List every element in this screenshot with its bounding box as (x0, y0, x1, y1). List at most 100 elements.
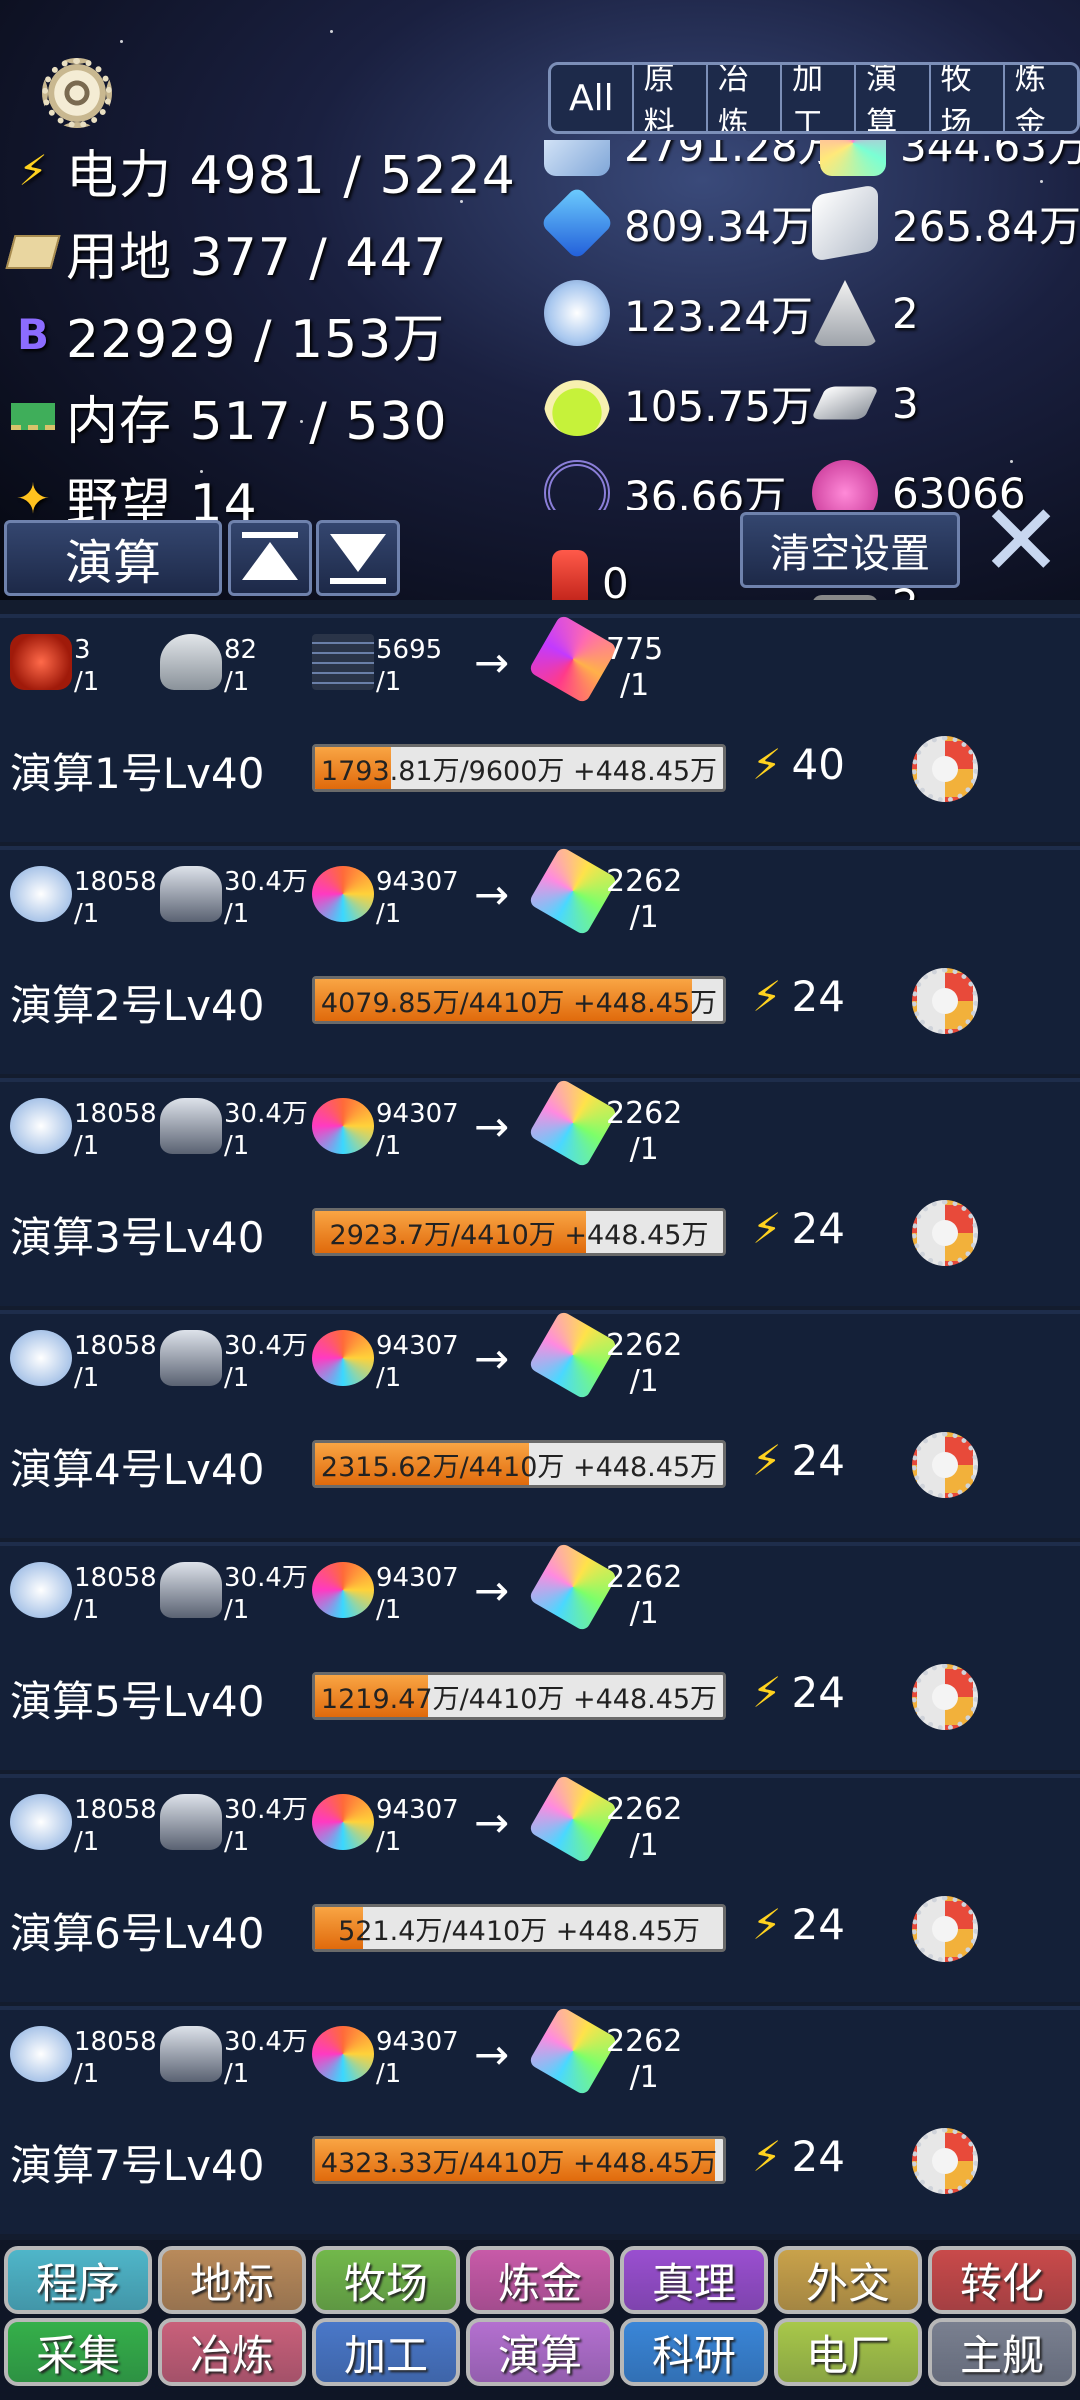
output-amount: 775 (606, 632, 664, 667)
close-icon[interactable]: ✕ (976, 491, 1066, 591)
factory-row[interactable]: 18058 /1 30.4万 /1 94307 /1 → 2262 /1 演算5号… (0, 1541, 1080, 1770)
factory-row[interactable]: 18058 /1 30.4万 /1 94307 /1 → 2262 /1 演算6号… (0, 1773, 1080, 2002)
power-value: 24 (791, 1204, 845, 1253)
currency-stat-label: 22929 / 153万 (66, 309, 446, 370)
factory-settings-gear-icon[interactable] (912, 968, 978, 1034)
arrow-right-icon: → (474, 638, 510, 687)
unknown-icon (812, 594, 878, 600)
lightning-icon: ⚡ (752, 1204, 782, 1253)
tab-all[interactable]: All (551, 65, 634, 131)
factory-row[interactable]: 18058 /1 30.4万 /1 94307 /1 → 2262 /1 演算4号… (0, 1309, 1080, 1538)
clear-settings-button[interactable]: 清空设置 (740, 512, 960, 588)
progress-text: 2923.7万/4410万 +448.45万 (329, 1219, 709, 1251)
nav-button[interactable]: 转化 (928, 2246, 1076, 2314)
input-item: 30.4万 /1 (160, 1562, 308, 1626)
lightning-icon: ⚡ (752, 1436, 782, 1485)
input-item: 94307 /1 (312, 1330, 459, 1394)
nav-button[interactable]: 主舰 (928, 2318, 1076, 2386)
nav-button[interactable]: 科研 (620, 2318, 768, 2386)
nav-button[interactable]: 炼金 (466, 2246, 614, 2314)
vr-goggles-icon (160, 1098, 222, 1154)
progress-text: 1219.47万/4410万 +448.45万 (320, 1683, 718, 1715)
star-decoration (1040, 180, 1043, 183)
factory-settings-gear-icon[interactable] (912, 2128, 978, 2194)
output-amount: 2262 (606, 864, 683, 899)
b-coin-icon: B (16, 309, 49, 359)
nav-button[interactable]: 牧场 (312, 2246, 460, 2314)
star-decoration (120, 40, 123, 43)
input-per: /1 (224, 899, 250, 929)
factory-row[interactable]: 18058 /1 30.4万 /1 94307 /1 → 2262 /1 演算3号… (0, 1077, 1080, 1306)
resource-value: 105.75万 (624, 381, 813, 431)
land-stat: 用地 377 / 447 (5, 222, 448, 288)
resource-value: 809.34万 (624, 201, 813, 251)
factory-settings-gear-icon[interactable] (912, 1200, 978, 1266)
nav-button[interactable]: 地标 (158, 2246, 306, 2314)
tab-process[interactable]: 加工 (782, 65, 857, 131)
arrow-right-icon: → (474, 2030, 510, 2079)
rainbow-cube-icon (527, 1541, 619, 1633)
input-amount: 18058 (74, 2027, 157, 2057)
input-item: 18058 /1 (10, 1098, 157, 1162)
vr-goggles-icon (160, 1330, 222, 1386)
progress-text: 1793.81万/9600万 +448.45万 (320, 755, 718, 787)
nav-button[interactable]: 冶炼 (158, 2318, 306, 2386)
input-amount: 18058 (74, 867, 157, 897)
server-rack-icon (312, 634, 374, 690)
tab-compute[interactable]: 演算 (856, 65, 931, 131)
settings-gear-icon[interactable] (42, 58, 112, 128)
input-amount: 18058 (74, 1331, 157, 1361)
map-icon (5, 227, 61, 277)
nav-button[interactable]: 演算 (466, 2318, 614, 2386)
scroll-bottom-button[interactable] (316, 520, 400, 596)
input-amount: 94307 (376, 1331, 459, 1361)
power-usage: ⚡ 24 (752, 1900, 845, 1949)
resource-item: 123.24万 (544, 280, 813, 346)
factory-row[interactable]: 18058 /1 30.4万 /1 94307 /1 → 2262 /1 演算7号… (0, 2005, 1080, 2234)
input-item: 30.4万 /1 (160, 2026, 308, 2090)
input-per: /1 (224, 667, 250, 697)
output-amount: 2262 (606, 2024, 683, 2059)
tab-raw[interactable]: 原料 (634, 65, 708, 131)
output-qty: 775 /1 (606, 632, 663, 704)
nav-button[interactable]: 加工 (312, 2318, 460, 2386)
input-qty: 94307 /1 (376, 1330, 459, 1394)
factory-name: 演算6号Lv40 (10, 1909, 265, 1958)
nav-button[interactable]: 外交 (774, 2246, 922, 2314)
nav-button[interactable]: 采集 (4, 2318, 152, 2386)
input-amount: 30.4万 (224, 1795, 308, 1825)
tab-ranch[interactable]: 牧场 (931, 65, 1005, 131)
category-button[interactable]: 演算 (4, 520, 222, 596)
tab-smelt[interactable]: 冶炼 (708, 65, 783, 131)
factory-settings-gear-icon[interactable] (912, 1432, 978, 1498)
factory-row[interactable]: 18058 /1 30.4万 /1 94307 /1 → 2262 /1 演算2号… (0, 845, 1080, 1074)
factory-name: 演算1号Lv40 (10, 749, 265, 798)
factory-settings-gear-icon[interactable] (912, 1664, 978, 1730)
nav-button[interactable]: 真理 (620, 2246, 768, 2314)
arrow-top-icon (242, 532, 298, 580)
tab-alchemy[interactable]: 炼金 (1005, 65, 1077, 131)
input-amount: 5695 (376, 635, 443, 665)
scroll-top-button[interactable] (228, 520, 312, 596)
power-value: 24 (791, 1900, 845, 1949)
factory-settings-gear-icon[interactable] (912, 1896, 978, 1962)
nav-button[interactable]: 程序 (4, 2246, 152, 2314)
output-qty: 2262 /1 (606, 1328, 682, 1400)
factory-row[interactable]: 3 /1 82 /1 5695 /1 → 775 /1 演算1号Lv40 1793… (0, 613, 1080, 842)
output-per: /1 (629, 1596, 659, 1631)
factory-settings-gear-icon[interactable] (912, 736, 978, 802)
lightning-icon: ⚡ (752, 1900, 782, 1949)
input-item: 18058 /1 (10, 1330, 157, 1394)
input-amount: 82 (224, 635, 258, 665)
bottom-nav: 程序 地标 牧场 炼金 真理 外交 转化采集 冶炼 加工 演算 科研 电厂 主舰 (0, 2240, 1080, 2400)
output-amount: 2262 (606, 1096, 683, 1131)
nav-button[interactable]: 电厂 (774, 2318, 922, 2386)
input-amount: 3 (74, 635, 91, 665)
input-qty: 30.4万 /1 (224, 2026, 308, 2090)
input-per: /1 (224, 2059, 250, 2089)
input-qty: 18058 /1 (74, 1098, 157, 1162)
arrow-right-icon: → (474, 1334, 510, 1383)
factory-name: 演算4号Lv40 (10, 1445, 265, 1494)
progress-bar: 1793.81万/9600万 +448.45万 (312, 744, 726, 792)
input-amount: 30.4万 (224, 1563, 308, 1593)
